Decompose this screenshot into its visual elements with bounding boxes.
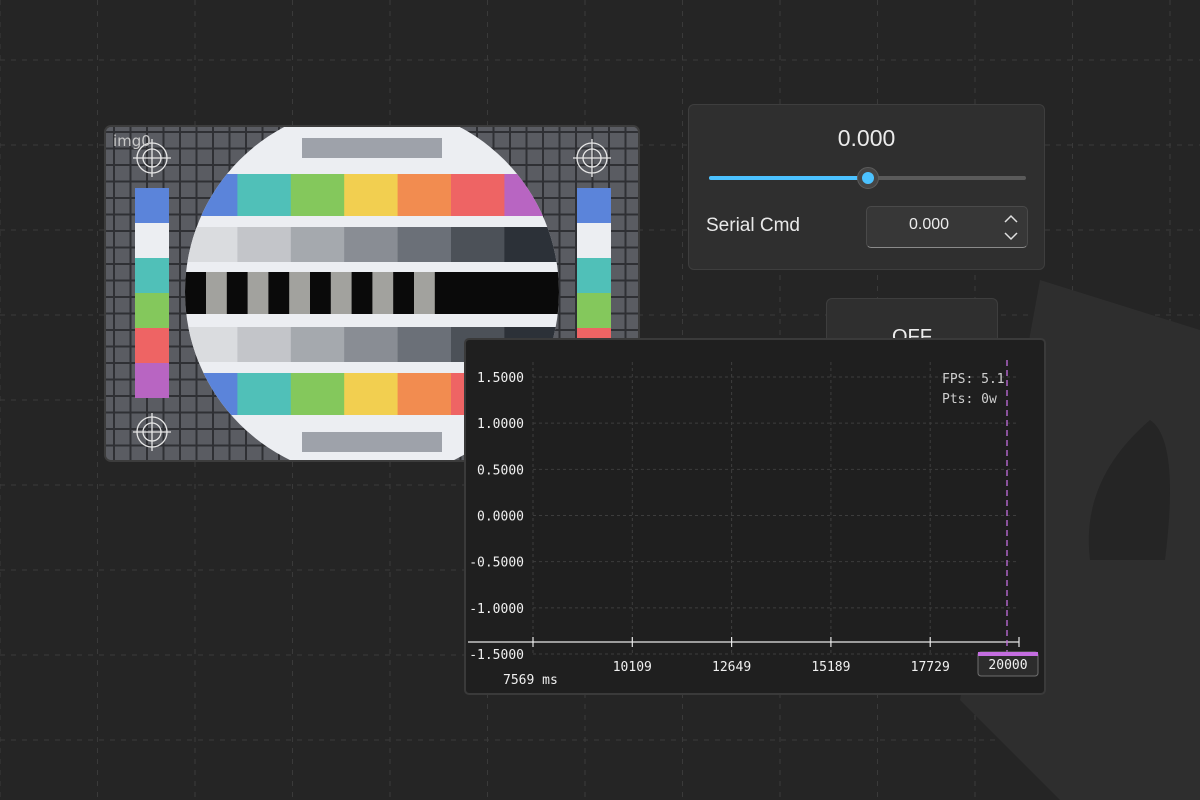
color-band-cell — [344, 174, 399, 216]
stripe-cell — [372, 272, 394, 314]
y-tick-label: 0.0000 — [477, 510, 524, 525]
gray-ramp-cell — [237, 227, 292, 262]
stripe-cell — [289, 272, 310, 314]
stripe-cell — [330, 272, 352, 314]
y-tick-label: -1.0000 — [469, 602, 524, 617]
side-color-block — [135, 363, 169, 398]
x-tick-label: 12649 — [712, 660, 751, 675]
y-tick-label: 1.0000 — [477, 417, 524, 432]
side-color-block — [135, 328, 169, 363]
y-tick-label: -0.5000 — [469, 556, 524, 571]
control-card: 0.000 Serial Cmd 0.000 — [688, 104, 1045, 270]
side-color-block — [135, 188, 169, 223]
stripe-cell — [414, 272, 435, 314]
gray-ramp-cell — [344, 227, 399, 262]
color-band-cell — [397, 373, 452, 415]
points-readout: Pts: 0w — [942, 392, 997, 407]
value-slider[interactable] — [709, 167, 1026, 189]
color-band-cell — [237, 174, 292, 216]
slider-fill — [709, 176, 868, 180]
x-tick-label: 10109 — [613, 660, 652, 675]
color-band-cell — [344, 373, 399, 415]
side-color-block — [577, 258, 611, 293]
chevron-down-icon[interactable] — [1001, 228, 1021, 244]
color-band-cell — [237, 373, 292, 415]
color-band-cell — [290, 373, 345, 415]
plot-panel[interactable]: 1.5000 1.0000 0.5000 0.0000 -0.5000 -1.0000 -1… — [464, 338, 1046, 695]
stripe-cell — [247, 272, 269, 314]
y-tick-label: 0.5000 — [477, 463, 524, 478]
side-color-block — [135, 293, 169, 328]
stripe-cell — [206, 272, 227, 314]
gray-ramp-cell — [237, 327, 292, 362]
test-gray-bar — [302, 432, 442, 452]
spinbox-value[interactable]: 0.000 — [867, 216, 991, 234]
x-start-label: 7569 ms — [503, 673, 558, 688]
x-end-label: 20000 — [988, 658, 1027, 673]
gray-ramp-cell — [397, 327, 452, 362]
gray-ramp-cell — [290, 227, 345, 262]
x-tick-label: 17729 — [911, 660, 950, 675]
y-tick-label: 1.5000 — [477, 371, 524, 386]
serial-cmd-label: Serial Cmd — [706, 215, 800, 236]
side-color-block — [135, 258, 169, 293]
color-band-cell — [451, 174, 505, 216]
color-band-cell — [397, 174, 452, 216]
test-gray-bar — [302, 138, 442, 158]
gray-ramp-cell — [344, 327, 399, 362]
side-color-block — [577, 293, 611, 328]
plot-chart: 1.5000 1.0000 0.5000 0.0000 -0.5000 -1.0000 -1… — [468, 360, 1039, 688]
color-band-cell — [290, 174, 345, 216]
serial-cmd-spinbox[interactable]: 0.000 — [866, 206, 1028, 248]
fps-readout: FPS: 5.1 — [942, 372, 1005, 387]
x-end-label-bar — [978, 652, 1038, 656]
y-tick-label: -1.5000 — [469, 648, 524, 663]
side-color-block — [577, 188, 611, 223]
stripe-band — [185, 272, 559, 314]
image-label: img0 — [113, 132, 151, 150]
slider-thumb[interactable] — [856, 167, 879, 189]
slider-value-display: 0.000 — [837, 125, 896, 151]
gray-ramp-cell — [397, 227, 452, 262]
chevron-up-icon[interactable] — [1001, 211, 1021, 227]
gray-ramp-cell — [451, 227, 505, 262]
side-color-block — [135, 223, 169, 258]
x-tick-label: 15189 — [811, 660, 850, 675]
side-color-block — [577, 223, 611, 258]
gray-ramp-cell — [290, 327, 345, 362]
